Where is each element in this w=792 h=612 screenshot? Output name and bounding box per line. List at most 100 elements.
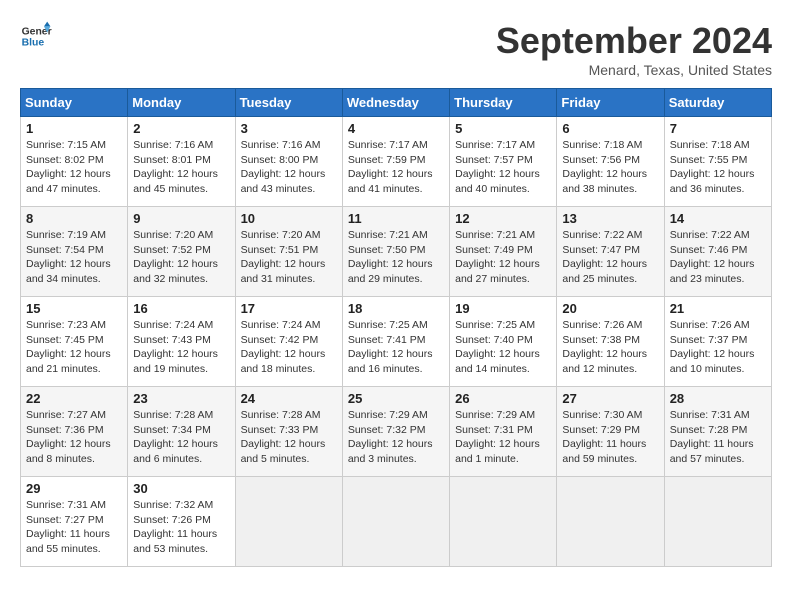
day-info: Sunrise: 7:17 AMSunset: 7:59 PMDaylight:…	[348, 139, 433, 195]
column-header-saturday: Saturday	[664, 89, 771, 117]
calendar-cell: 7 Sunrise: 7:18 AMSunset: 7:55 PMDayligh…	[664, 117, 771, 207]
day-info: Sunrise: 7:29 AMSunset: 7:32 PMDaylight:…	[348, 409, 433, 465]
day-info: Sunrise: 7:18 AMSunset: 7:56 PMDaylight:…	[562, 139, 647, 195]
day-info: Sunrise: 7:15 AMSunset: 8:02 PMDaylight:…	[26, 139, 111, 195]
day-number: 23	[133, 391, 229, 406]
day-info: Sunrise: 7:18 AMSunset: 7:55 PMDaylight:…	[670, 139, 755, 195]
calendar-cell	[664, 477, 771, 567]
calendar-cell: 14 Sunrise: 7:22 AMSunset: 7:46 PMDaylig…	[664, 207, 771, 297]
day-number: 21	[670, 301, 766, 316]
calendar-cell: 23 Sunrise: 7:28 AMSunset: 7:34 PMDaylig…	[128, 387, 235, 477]
day-info: Sunrise: 7:20 AMSunset: 7:51 PMDaylight:…	[241, 229, 326, 285]
calendar-cell: 1 Sunrise: 7:15 AMSunset: 8:02 PMDayligh…	[21, 117, 128, 207]
day-number: 28	[670, 391, 766, 406]
day-number: 20	[562, 301, 658, 316]
column-header-wednesday: Wednesday	[342, 89, 449, 117]
day-number: 13	[562, 211, 658, 226]
day-number: 29	[26, 481, 122, 496]
day-info: Sunrise: 7:25 AMSunset: 7:40 PMDaylight:…	[455, 319, 540, 375]
day-info: Sunrise: 7:25 AMSunset: 7:41 PMDaylight:…	[348, 319, 433, 375]
svg-text:Blue: Blue	[22, 38, 45, 49]
calendar-cell: 5 Sunrise: 7:17 AMSunset: 7:57 PMDayligh…	[450, 117, 557, 207]
calendar-cell: 3 Sunrise: 7:16 AMSunset: 8:00 PMDayligh…	[235, 117, 342, 207]
day-info: Sunrise: 7:26 AMSunset: 7:37 PMDaylight:…	[670, 319, 755, 375]
calendar-cell: 12 Sunrise: 7:21 AMSunset: 7:49 PMDaylig…	[450, 207, 557, 297]
calendar-week-5: 29 Sunrise: 7:31 AMSunset: 7:27 PMDaylig…	[21, 477, 772, 567]
calendar-week-4: 22 Sunrise: 7:27 AMSunset: 7:36 PMDaylig…	[21, 387, 772, 477]
calendar-cell: 25 Sunrise: 7:29 AMSunset: 7:32 PMDaylig…	[342, 387, 449, 477]
day-info: Sunrise: 7:28 AMSunset: 7:34 PMDaylight:…	[133, 409, 218, 465]
day-info: Sunrise: 7:31 AMSunset: 7:27 PMDaylight:…	[26, 499, 110, 555]
calendar-cell: 4 Sunrise: 7:17 AMSunset: 7:59 PMDayligh…	[342, 117, 449, 207]
calendar-cell: 27 Sunrise: 7:30 AMSunset: 7:29 PMDaylig…	[557, 387, 664, 477]
calendar-cell: 26 Sunrise: 7:29 AMSunset: 7:31 PMDaylig…	[450, 387, 557, 477]
day-number: 15	[26, 301, 122, 316]
day-info: Sunrise: 7:24 AMSunset: 7:42 PMDaylight:…	[241, 319, 326, 375]
day-number: 14	[670, 211, 766, 226]
day-info: Sunrise: 7:21 AMSunset: 7:49 PMDaylight:…	[455, 229, 540, 285]
day-number: 24	[241, 391, 337, 406]
day-info: Sunrise: 7:31 AMSunset: 7:28 PMDaylight:…	[670, 409, 754, 465]
calendar-cell: 11 Sunrise: 7:21 AMSunset: 7:50 PMDaylig…	[342, 207, 449, 297]
calendar-cell: 10 Sunrise: 7:20 AMSunset: 7:51 PMDaylig…	[235, 207, 342, 297]
calendar-cell	[450, 477, 557, 567]
day-number: 25	[348, 391, 444, 406]
location: Menard, Texas, United States	[496, 62, 772, 78]
calendar-cell: 9 Sunrise: 7:20 AMSunset: 7:52 PMDayligh…	[128, 207, 235, 297]
calendar-cell	[342, 477, 449, 567]
day-info: Sunrise: 7:28 AMSunset: 7:33 PMDaylight:…	[241, 409, 326, 465]
calendar-week-3: 15 Sunrise: 7:23 AMSunset: 7:45 PMDaylig…	[21, 297, 772, 387]
calendar-cell: 22 Sunrise: 7:27 AMSunset: 7:36 PMDaylig…	[21, 387, 128, 477]
day-number: 22	[26, 391, 122, 406]
day-info: Sunrise: 7:21 AMSunset: 7:50 PMDaylight:…	[348, 229, 433, 285]
calendar-cell: 28 Sunrise: 7:31 AMSunset: 7:28 PMDaylig…	[664, 387, 771, 477]
day-number: 27	[562, 391, 658, 406]
calendar-week-1: 1 Sunrise: 7:15 AMSunset: 8:02 PMDayligh…	[21, 117, 772, 207]
day-number: 1	[26, 121, 122, 136]
day-number: 18	[348, 301, 444, 316]
calendar-cell: 21 Sunrise: 7:26 AMSunset: 7:37 PMDaylig…	[664, 297, 771, 387]
calendar-cell: 13 Sunrise: 7:22 AMSunset: 7:47 PMDaylig…	[557, 207, 664, 297]
day-info: Sunrise: 7:29 AMSunset: 7:31 PMDaylight:…	[455, 409, 540, 465]
day-info: Sunrise: 7:16 AMSunset: 8:01 PMDaylight:…	[133, 139, 218, 195]
day-number: 17	[241, 301, 337, 316]
title-block: September 2024 Menard, Texas, United Sta…	[496, 20, 772, 78]
day-info: Sunrise: 7:24 AMSunset: 7:43 PMDaylight:…	[133, 319, 218, 375]
calendar-cell: 2 Sunrise: 7:16 AMSunset: 8:01 PMDayligh…	[128, 117, 235, 207]
calendar-cell: 18 Sunrise: 7:25 AMSunset: 7:41 PMDaylig…	[342, 297, 449, 387]
calendar-header-row: SundayMondayTuesdayWednesdayThursdayFrid…	[21, 89, 772, 117]
day-number: 12	[455, 211, 551, 226]
calendar-cell	[557, 477, 664, 567]
calendar-cell	[235, 477, 342, 567]
day-info: Sunrise: 7:22 AMSunset: 7:47 PMDaylight:…	[562, 229, 647, 285]
day-info: Sunrise: 7:17 AMSunset: 7:57 PMDaylight:…	[455, 139, 540, 195]
calendar-cell: 15 Sunrise: 7:23 AMSunset: 7:45 PMDaylig…	[21, 297, 128, 387]
calendar-week-2: 8 Sunrise: 7:19 AMSunset: 7:54 PMDayligh…	[21, 207, 772, 297]
day-number: 2	[133, 121, 229, 136]
logo-icon: General Blue	[20, 20, 52, 52]
calendar-cell: 29 Sunrise: 7:31 AMSunset: 7:27 PMDaylig…	[21, 477, 128, 567]
day-number: 7	[670, 121, 766, 136]
logo: General Blue	[20, 20, 52, 52]
day-number: 16	[133, 301, 229, 316]
calendar-cell: 17 Sunrise: 7:24 AMSunset: 7:42 PMDaylig…	[235, 297, 342, 387]
calendar-cell: 20 Sunrise: 7:26 AMSunset: 7:38 PMDaylig…	[557, 297, 664, 387]
day-number: 6	[562, 121, 658, 136]
calendar-cell: 24 Sunrise: 7:28 AMSunset: 7:33 PMDaylig…	[235, 387, 342, 477]
day-number: 8	[26, 211, 122, 226]
day-info: Sunrise: 7:22 AMSunset: 7:46 PMDaylight:…	[670, 229, 755, 285]
month-title: September 2024	[496, 20, 772, 62]
column-header-thursday: Thursday	[450, 89, 557, 117]
day-number: 10	[241, 211, 337, 226]
page-header: General Blue September 2024 Menard, Texa…	[20, 20, 772, 78]
day-info: Sunrise: 7:20 AMSunset: 7:52 PMDaylight:…	[133, 229, 218, 285]
day-number: 9	[133, 211, 229, 226]
day-number: 11	[348, 211, 444, 226]
day-info: Sunrise: 7:27 AMSunset: 7:36 PMDaylight:…	[26, 409, 111, 465]
day-info: Sunrise: 7:32 AMSunset: 7:26 PMDaylight:…	[133, 499, 217, 555]
day-info: Sunrise: 7:16 AMSunset: 8:00 PMDaylight:…	[241, 139, 326, 195]
day-number: 30	[133, 481, 229, 496]
day-number: 4	[348, 121, 444, 136]
calendar-table: SundayMondayTuesdayWednesdayThursdayFrid…	[20, 88, 772, 567]
day-info: Sunrise: 7:19 AMSunset: 7:54 PMDaylight:…	[26, 229, 111, 285]
